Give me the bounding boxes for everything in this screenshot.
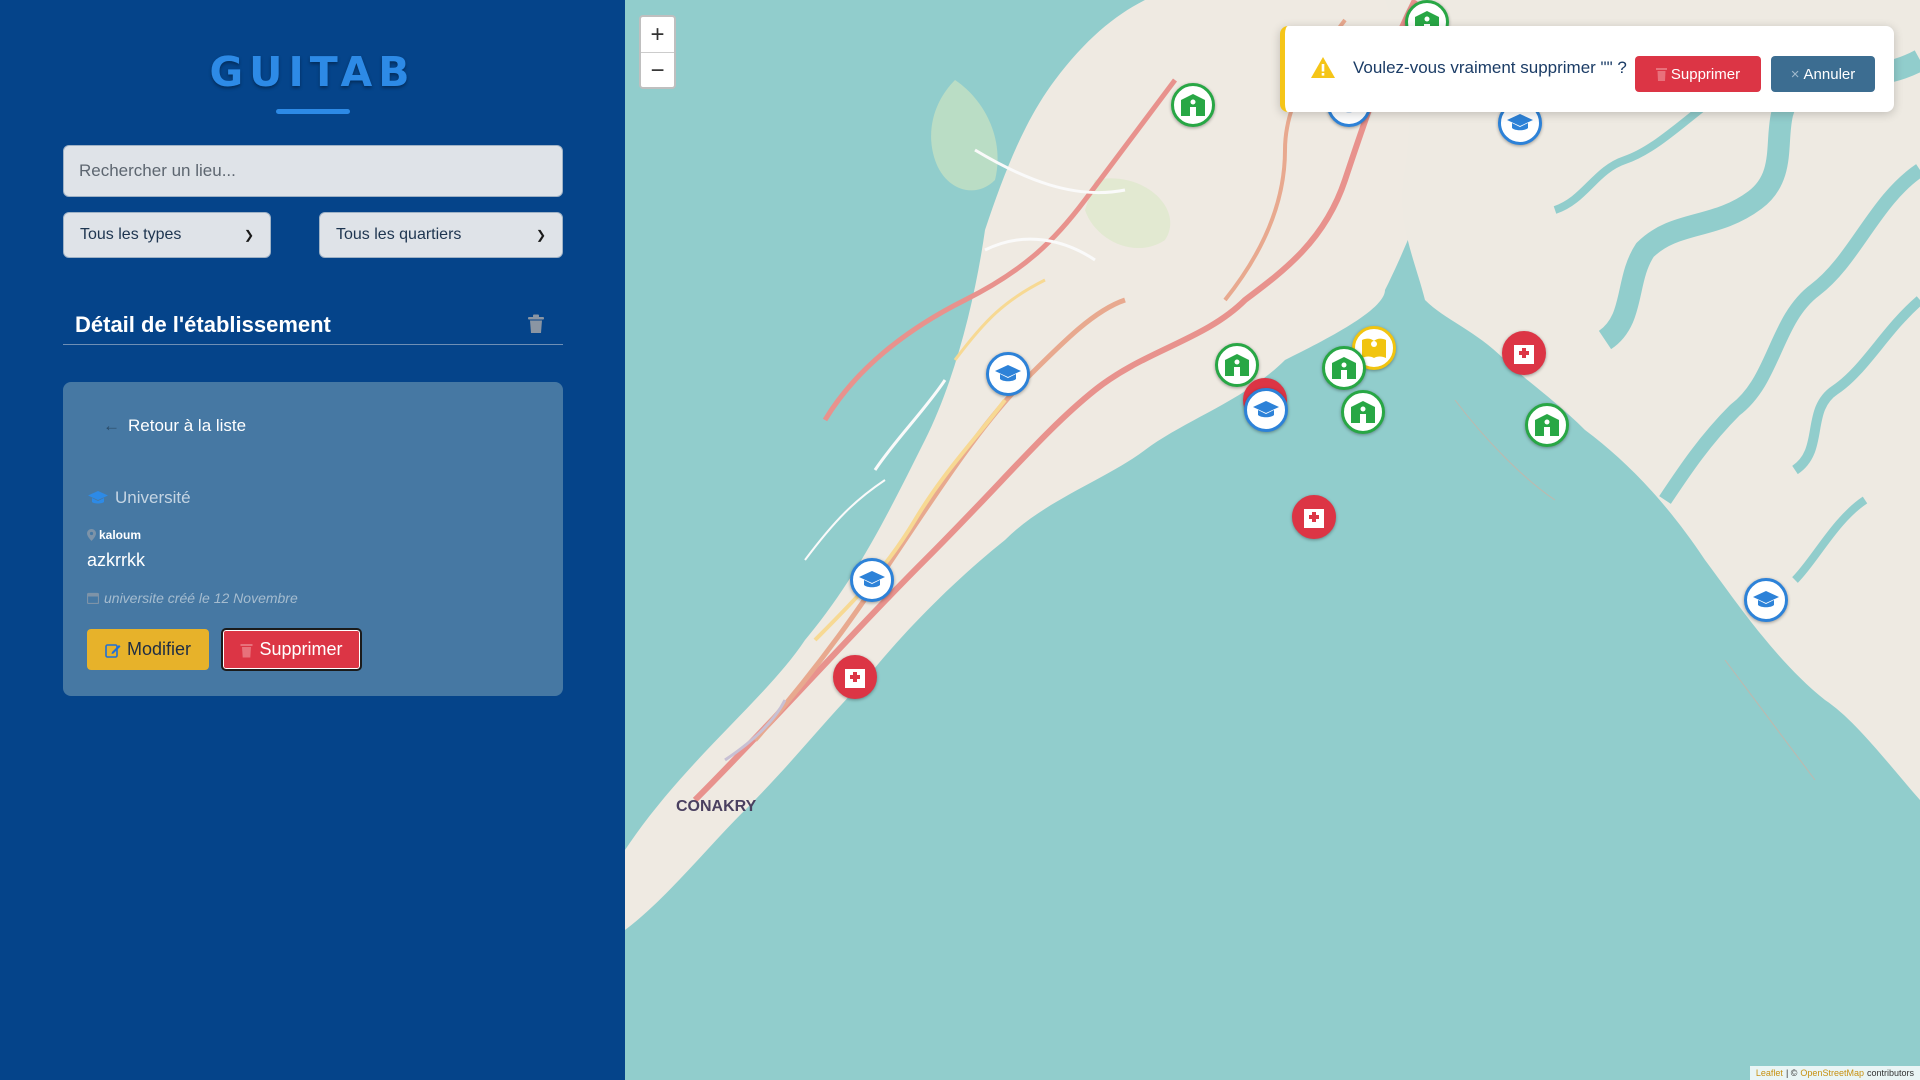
trash-icon <box>1655 68 1667 81</box>
school-icon <box>1181 94 1205 116</box>
detail-card: ← Retour à la liste Université kaloum az… <box>63 382 563 696</box>
school-marker[interactable] <box>1341 390 1385 434</box>
leaflet-link[interactable]: Leaflet <box>1756 1068 1783 1078</box>
arrow-left-icon: ← <box>103 416 120 435</box>
graduation-cap-icon <box>1253 401 1279 418</box>
school-icon <box>1225 354 1249 376</box>
quartier-filter-value: Tous les quartiers <box>336 226 462 243</box>
section-title: Détail de l'établissement <box>75 312 331 337</box>
delete-button[interactable]: Supprimer <box>221 628 362 671</box>
quartier-filter-select[interactable]: Tous les quartiers ❯ <box>319 212 563 258</box>
delete-label: Supprimer <box>259 639 343 659</box>
trash-icon <box>240 643 253 657</box>
chevron-down-icon: ❯ <box>535 228 546 242</box>
close-icon: × <box>1790 65 1800 83</box>
logo-underline <box>276 109 350 114</box>
graduation-cap-icon <box>88 491 108 504</box>
edit-icon <box>105 643 121 658</box>
cancel-label: Annuler <box>1803 65 1856 83</box>
cancel-button[interactable]: × Annuler <box>1771 56 1875 92</box>
app-logo: GUITAB <box>209 48 416 96</box>
hospital-icon <box>845 669 865 688</box>
establishment-location: kaloum <box>87 528 141 542</box>
confirm-message: Voulez-vous vraiment supprimer "" ? <box>1353 58 1627 77</box>
school-marker[interactable] <box>1171 83 1215 127</box>
location-label: kaloum <box>99 528 142 542</box>
osm-link[interactable]: OpenStreetMap <box>1800 1068 1864 1078</box>
university-marker[interactable] <box>1744 578 1788 622</box>
confirm-delete-button[interactable]: Supprimer <box>1635 56 1761 92</box>
delete-confirm-toast: Voulez-vous vraiment supprimer "" ? Supp… <box>1280 26 1894 112</box>
graduation-cap-icon <box>1753 591 1779 608</box>
trash-icon[interactable] <box>527 314 545 334</box>
school-marker[interactable] <box>1322 346 1366 390</box>
hospital-marker[interactable] <box>833 655 877 699</box>
attribution-contrib: contributors <box>1866 1068 1914 1078</box>
city-label: CONAKRY <box>676 798 757 815</box>
school-icon <box>1535 414 1559 436</box>
hospital-marker[interactable] <box>1292 495 1336 539</box>
app-root: GUITAB Tous les types ❯ Tous les quartie… <box>0 0 1920 1080</box>
calendar-icon <box>87 592 99 604</box>
zoom-control: + − <box>639 15 676 89</box>
type-label: Université <box>115 488 191 507</box>
school-marker[interactable] <box>1525 403 1569 447</box>
hospital-icon <box>1304 509 1324 528</box>
search-input[interactable] <box>63 145 563 197</box>
book-icon <box>1362 338 1386 358</box>
confirm-delete-label: Supprimer <box>1670 65 1741 83</box>
map-pin-icon <box>87 529 96 541</box>
hospital-marker[interactable] <box>1502 331 1546 375</box>
warning-icon <box>1311 57 1335 78</box>
map-attribution: Leaflet | © OpenStreetMap contributors <box>1749 1066 1920 1080</box>
university-marker[interactable] <box>1244 388 1288 432</box>
zoom-in-button[interactable]: + <box>641 17 674 53</box>
school-icon <box>1332 357 1356 379</box>
back-label: Retour à la liste <box>128 416 247 435</box>
section-divider <box>63 344 563 345</box>
establishment-name: azkrrkk <box>87 550 145 570</box>
type-filter-value: Tous les types <box>80 226 182 243</box>
graduation-cap-icon <box>995 365 1021 382</box>
map-tiles <box>625 0 1920 930</box>
edit-label: Modifier <box>126 639 192 659</box>
created-date: universite créé le 12 Novembre <box>87 590 298 606</box>
back-to-list-link[interactable]: ← Retour à la liste <box>103 416 246 436</box>
university-marker[interactable] <box>850 558 894 602</box>
attribution-separator: | © <box>1785 1068 1798 1078</box>
graduation-cap-icon <box>859 571 885 588</box>
zoom-out-button[interactable]: − <box>641 53 674 88</box>
school-icon <box>1351 401 1375 423</box>
graduation-cap-icon <box>1507 114 1533 131</box>
type-filter-select[interactable]: Tous les types ❯ <box>63 212 271 258</box>
hospital-icon <box>1514 345 1534 364</box>
edit-button[interactable]: Modifier <box>87 629 209 670</box>
chevron-down-icon: ❯ <box>243 228 254 242</box>
university-marker[interactable] <box>986 352 1030 396</box>
sidebar: GUITAB Tous les types ❯ Tous les quartie… <box>0 0 625 1080</box>
establishment-type: Université <box>87 488 191 508</box>
created-label: universite créé le 12 Novembre <box>104 590 298 606</box>
map-area[interactable]: CONAKRY Leaflet | © OpenStreetMap contri… <box>625 0 1920 1080</box>
